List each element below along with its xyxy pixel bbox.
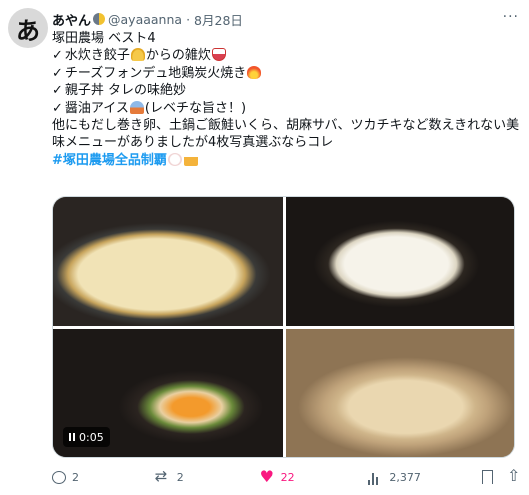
item4-text-b: (レベチな旨さ！) <box>144 100 247 116</box>
item4-text-a: 醤油アイス <box>64 100 129 116</box>
item1-text-a: 水炊き餃子 <box>64 48 130 64</box>
bookmark-icon[interactable] <box>482 470 493 484</box>
views-icon <box>368 470 383 485</box>
video-duration: 0:05 <box>79 430 104 444</box>
author-handle[interactable]: @ayaaanna <box>108 12 182 27</box>
views-button[interactable]: 2,377 <box>368 470 482 485</box>
check-icon: ✓ <box>52 48 63 64</box>
author-name[interactable]: あやん <box>52 10 91 29</box>
pause-icon[interactable] <box>69 433 75 441</box>
item2-text: チーズフォンデュ地鶏炭火焼き <box>64 65 247 81</box>
check-icon: ✓ <box>52 83 63 99</box>
fire-emoji-icon <box>247 65 262 79</box>
tweet-text: 塚田農場 ベスト4 ✓ 水炊き餃子 からの雑炊 ✓ チーズフォンデュ地鶏炭火焼き ✓ 親… <box>52 30 522 169</box>
video-duration-badge[interactable]: 0:05 <box>63 427 110 447</box>
photo-gyoza-hotpot[interactable] <box>53 197 283 326</box>
like-button[interactable]: 22 <box>260 467 369 486</box>
repost-icon <box>155 467 171 485</box>
views-count: 2,377 <box>389 470 421 484</box>
moon-icon <box>93 13 106 25</box>
gyoza-emoji-icon <box>130 48 145 62</box>
media-grid: 0:05 <box>52 196 515 458</box>
text-line-item3: ✓ 親子丼 タレの味絶妙 <box>52 82 522 99</box>
repost-count: 2 <box>176 470 184 484</box>
icecream-emoji-icon <box>129 100 144 114</box>
text-paragraph: 他にもだし巻き卵、土鍋ご飯鮭いくら、胡麻サバ、ツカチキなど数えきれない美味メニュ… <box>52 118 520 151</box>
text-line-item1: ✓ 水炊き餃子 からの雑炊 <box>52 47 522 64</box>
reply-icon <box>52 470 66 484</box>
video-oyakodon[interactable]: 0:05 <box>53 329 283 457</box>
more-options-icon[interactable]: ··· <box>503 9 519 25</box>
photo-soy-ice-cream[interactable] <box>286 329 514 457</box>
reply-count: 2 <box>72 470 79 484</box>
bowl-emoji-icon <box>211 48 226 62</box>
item1-text-b: からの雑炊 <box>145 48 211 64</box>
heart-icon <box>260 467 275 486</box>
repost-button[interactable]: 2 <box>155 467 260 485</box>
hashtag-line: #塚田農場全品制覇 <box>52 152 522 169</box>
reply-button[interactable]: 2 <box>52 470 156 484</box>
action-bar: 2 2 22 2,377 <box>52 466 522 486</box>
photo-cheese-fondue[interactable] <box>286 197 514 326</box>
avatar[interactable]: あ <box>8 8 48 48</box>
item3-text: 親子丼 タレの味絶妙 <box>64 83 187 99</box>
chick-emoji-icon <box>167 152 182 166</box>
like-count: 22 <box>280 470 295 484</box>
text-line-item2: ✓ チーズフォンデュ地鶏炭火焼き <box>52 65 522 82</box>
check-icon: ✓ <box>52 100 63 116</box>
beer-emoji-icon <box>183 152 198 166</box>
separator: · <box>186 11 191 27</box>
text-line-title: 塚田農場 ベスト4 <box>52 31 156 46</box>
right-actions <box>482 466 522 485</box>
post-date[interactable]: 8月28日 <box>194 10 243 29</box>
tweet-header: あやん @ayaaanna · 8月28日 ··· <box>52 9 519 29</box>
text-line-item4: ✓ 醤油アイス (レベチな旨さ！) <box>52 100 522 117</box>
avatar-letter: あ <box>16 16 40 45</box>
check-icon: ✓ <box>52 65 63 81</box>
hashtag-link[interactable]: #塚田農場全品制覇 <box>52 153 167 168</box>
share-icon[interactable] <box>507 466 522 485</box>
